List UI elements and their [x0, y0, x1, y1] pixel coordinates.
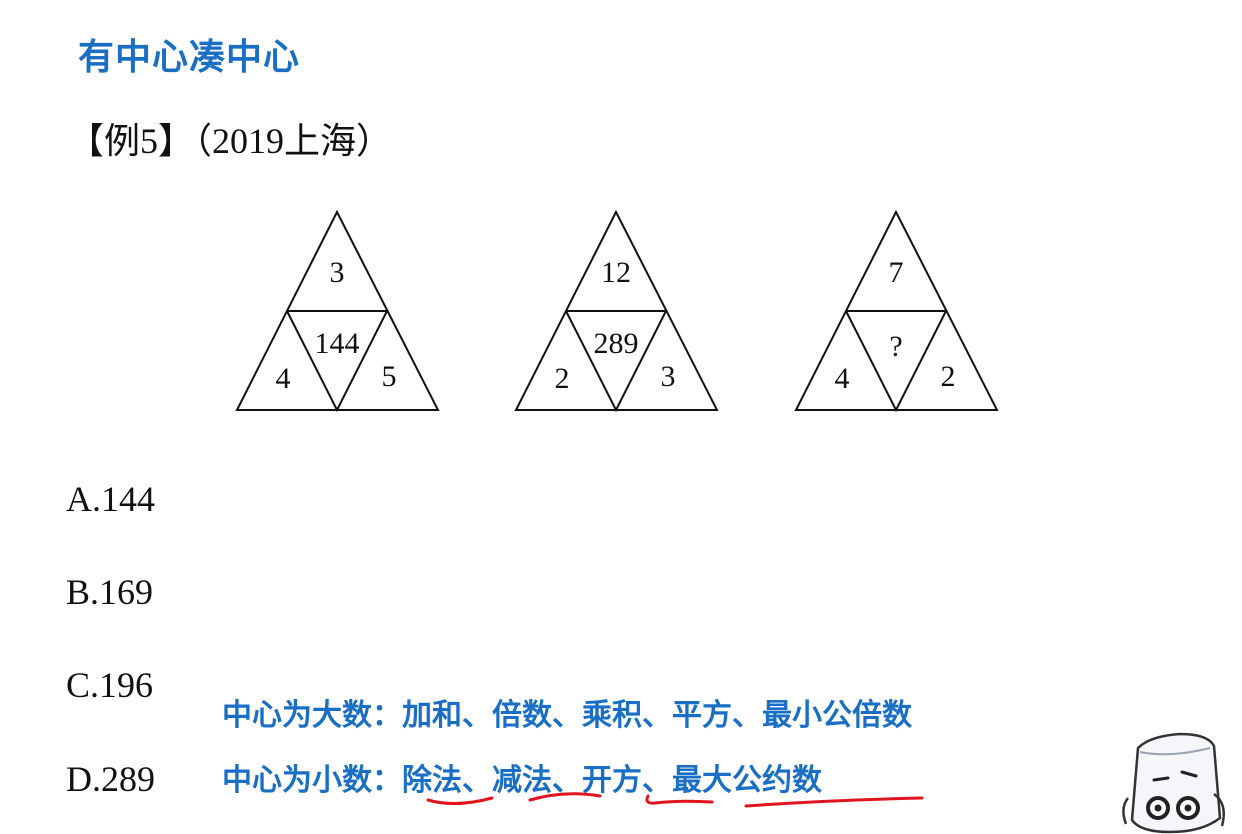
triangle-left-number: 4 [276, 362, 291, 395]
triangle-right-number: 3 [661, 360, 676, 393]
triangle-figures: 3 144 4 5 12 289 2 3 7 ? 4 2 [235, 209, 999, 413]
option-d[interactable]: D.289 [66, 758, 155, 800]
triangle-inner-lines [565, 310, 668, 413]
option-a[interactable]: A.144 [66, 478, 155, 520]
underline-stroke [744, 796, 924, 808]
triangle-left-number: 4 [835, 362, 850, 395]
hint-center-small: 中心为小数：除法、减法、开方、最大公约数 [222, 763, 822, 798]
option-b[interactable]: B.169 [66, 571, 153, 613]
triangle-figure-1: 3 144 4 5 [235, 209, 440, 413]
triangle-center-number: ? [889, 330, 902, 363]
triangle-figure-2: 12 289 2 3 [514, 209, 719, 413]
triangle-center-number: 144 [315, 327, 360, 360]
triangle-top-number: 7 [889, 256, 904, 289]
triangle-figure-3: 7 ? 4 2 [794, 209, 999, 413]
triangle-right-number: 2 [941, 360, 956, 393]
triangle-top-number: 12 [601, 256, 631, 289]
mascot-icon [1122, 732, 1225, 834]
triangle-left-number: 2 [555, 362, 570, 395]
option-c[interactable]: C.196 [66, 664, 153, 706]
triangle-center-number: 289 [594, 327, 639, 360]
triangle-inner-lines [286, 310, 389, 413]
triangle-right-number: 5 [382, 360, 397, 393]
hint-center-big: 中心为大数：加和、倍数、乘积、平方、最小公倍数 [222, 698, 912, 733]
triangle-top-number: 3 [330, 256, 345, 289]
